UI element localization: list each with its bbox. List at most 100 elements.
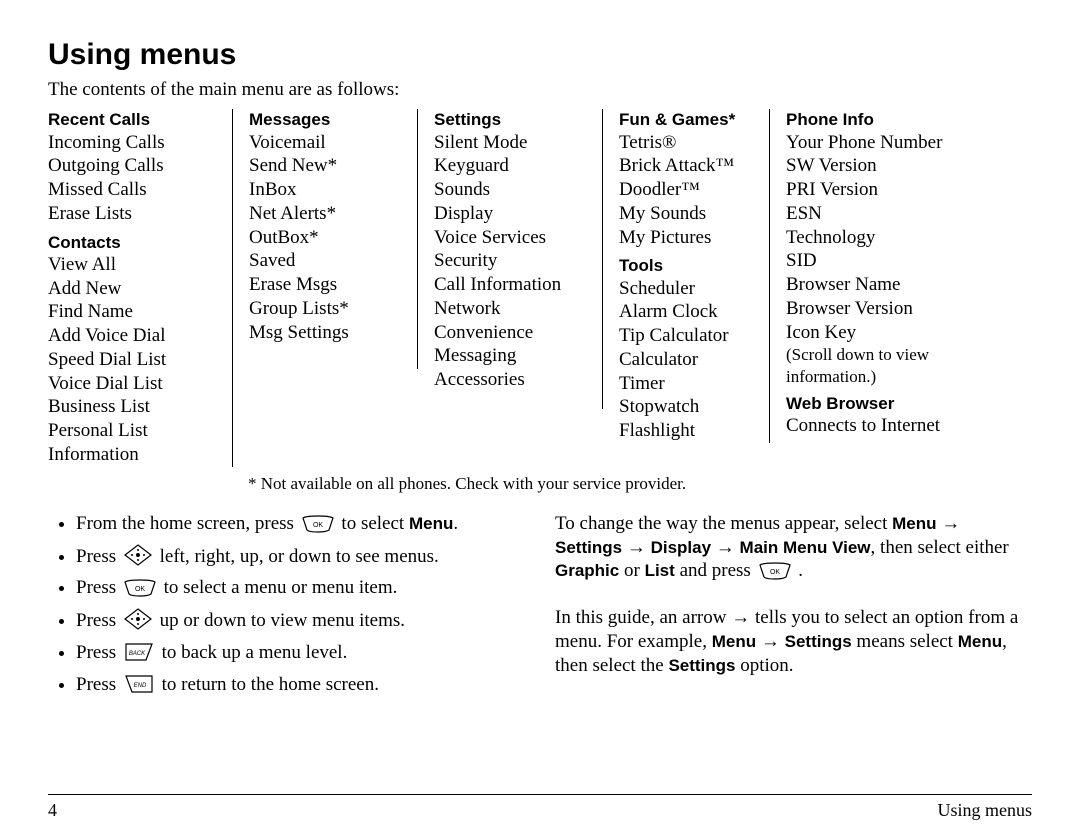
menu-item: Browser Version (786, 297, 1016, 321)
menu-item: Flashlight (619, 419, 753, 443)
menu-col-4: Fun & Games* Tetris® Brick Attack™ Doodl… (603, 109, 770, 443)
instructions: From the home screen, press OK to select… (48, 512, 1032, 705)
menu-item: Msg Settings (249, 321, 401, 345)
menu-item: Icon Key (786, 321, 1016, 345)
footnote: * Not available on all phones. Check wit… (248, 473, 1032, 494)
menu-item: Send New* (249, 154, 401, 178)
menu-item: Erase Msgs (249, 273, 401, 297)
menu-item: Saved (249, 249, 401, 273)
footer-section: Using menus (938, 799, 1033, 822)
menu-col-3: Settings Silent Mode Keyguard Sounds Dis… (418, 109, 603, 409)
bold-text: List (645, 561, 675, 580)
menu-item: Voicemail (249, 131, 401, 155)
text: left, right, up, or down to see menus. (160, 546, 439, 567)
ok-key-icon: OK (759, 562, 791, 587)
page-footer: 4 Using menus (48, 794, 1032, 822)
bold-text: Menu (892, 514, 936, 533)
menu-item: Keyguard (434, 154, 586, 178)
bold-text: Settings (668, 656, 735, 675)
svg-text:BACK: BACK (129, 651, 146, 657)
menu-item: Voice Services (434, 226, 586, 250)
menu-item: Connects to Internet (786, 414, 1016, 438)
menu-item: Silent Mode (434, 131, 586, 155)
svg-text:OK: OK (769, 569, 779, 576)
group-head: Web Browser (786, 393, 1016, 414)
menu-item: Information (48, 443, 216, 467)
text: , then select either (871, 537, 1009, 558)
menu-item: Group Lists* (249, 297, 401, 321)
menu-item: Add New (48, 277, 216, 301)
instruction-paragraph: In this guide, an arrow → tells you to s… (555, 606, 1032, 677)
menu-item: PRI Version (786, 178, 1016, 202)
text: Press (76, 674, 121, 695)
menu-item: Network (434, 297, 586, 321)
menu-col-1: Recent Calls Incoming Calls Outgoing Cal… (48, 109, 233, 466)
instruction-item: Press BACK to back up a menu level. (76, 641, 525, 669)
menu-item: ESN (786, 202, 1016, 226)
instruction-item: Press END to return to the home screen. (76, 673, 525, 701)
instruction-item: Press left, right, up, or down to see me… (76, 544, 525, 573)
group-head: Recent Calls (48, 109, 216, 130)
bold-text: Settings (785, 632, 852, 651)
instruction-paragraph: To change the way the menus appear, sele… (555, 512, 1032, 587)
text: to back up a menu level. (162, 642, 348, 663)
text: . (794, 560, 804, 581)
menu-item: Business List (48, 395, 216, 419)
text: option. (736, 655, 794, 676)
page-number: 4 (48, 799, 57, 822)
group-head: Settings (434, 109, 586, 130)
menu-item: Your Phone Number (786, 131, 1016, 155)
end-key-icon: END (124, 674, 154, 701)
intro-text: The contents of the main menu are as fol… (48, 78, 1032, 102)
text: to select (341, 513, 409, 534)
text: and press (675, 560, 756, 581)
text: means select (852, 631, 958, 652)
menu-item: Brick Attack™ (619, 154, 753, 178)
scroll-note: (Scroll down to view information.) (786, 344, 1016, 387)
group-head: Tools (619, 255, 753, 276)
group-head: Messages (249, 109, 401, 130)
instructions-right: To change the way the menus appear, sele… (555, 512, 1032, 705)
group-head: Phone Info (786, 109, 1016, 130)
arrow: → (622, 537, 651, 558)
group-head: Contacts (48, 232, 216, 253)
instruction-item: Press up or down to view menu items. (76, 608, 525, 637)
back-key-icon: BACK (124, 642, 154, 669)
menu-item: OutBox* (249, 226, 401, 250)
menu-item: Accessories (434, 368, 586, 392)
menu-item: Timer (619, 372, 753, 396)
text: up or down to view menu items. (160, 610, 405, 631)
menu-item: Net Alerts* (249, 202, 401, 226)
bold-text: Main Menu View (740, 538, 871, 557)
menu-item: Voice Dial List (48, 372, 216, 396)
arrow: → (756, 631, 785, 652)
bold-text: Menu (409, 514, 453, 533)
bold-text: Menu (712, 632, 756, 651)
menu-item: Erase Lists (48, 202, 216, 226)
ok-key-icon: OK (302, 515, 334, 540)
arrow: → (711, 537, 740, 558)
menu-item: Sounds (434, 178, 586, 202)
menu-item: Alarm Clock (619, 300, 753, 324)
nav-key-icon (124, 608, 152, 637)
menu-item: My Sounds (619, 202, 753, 226)
group-head: Fun & Games* (619, 109, 753, 130)
text: to select a menu or menu item. (164, 577, 398, 598)
text: Press (76, 642, 121, 663)
text: to return to the home screen. (162, 674, 379, 695)
svg-text:OK: OK (135, 586, 145, 593)
menu-item: Doodler™ (619, 178, 753, 202)
instruction-item: From the home screen, press OK to select… (76, 512, 525, 540)
menu-item: Add Voice Dial (48, 324, 216, 348)
bold-text: Display (651, 538, 711, 557)
menu-item: SW Version (786, 154, 1016, 178)
svg-text:OK: OK (313, 522, 323, 529)
text: Press (76, 610, 121, 631)
menu-col-2: Messages Voicemail Send New* InBox Net A… (233, 109, 418, 369)
ok-key-icon: OK (124, 579, 156, 604)
menu-item: Calculator (619, 348, 753, 372)
menu-item: View All (48, 253, 216, 277)
menu-item: InBox (249, 178, 401, 202)
arrow: → (937, 513, 961, 534)
instructions-left: From the home screen, press OK to select… (48, 512, 525, 705)
